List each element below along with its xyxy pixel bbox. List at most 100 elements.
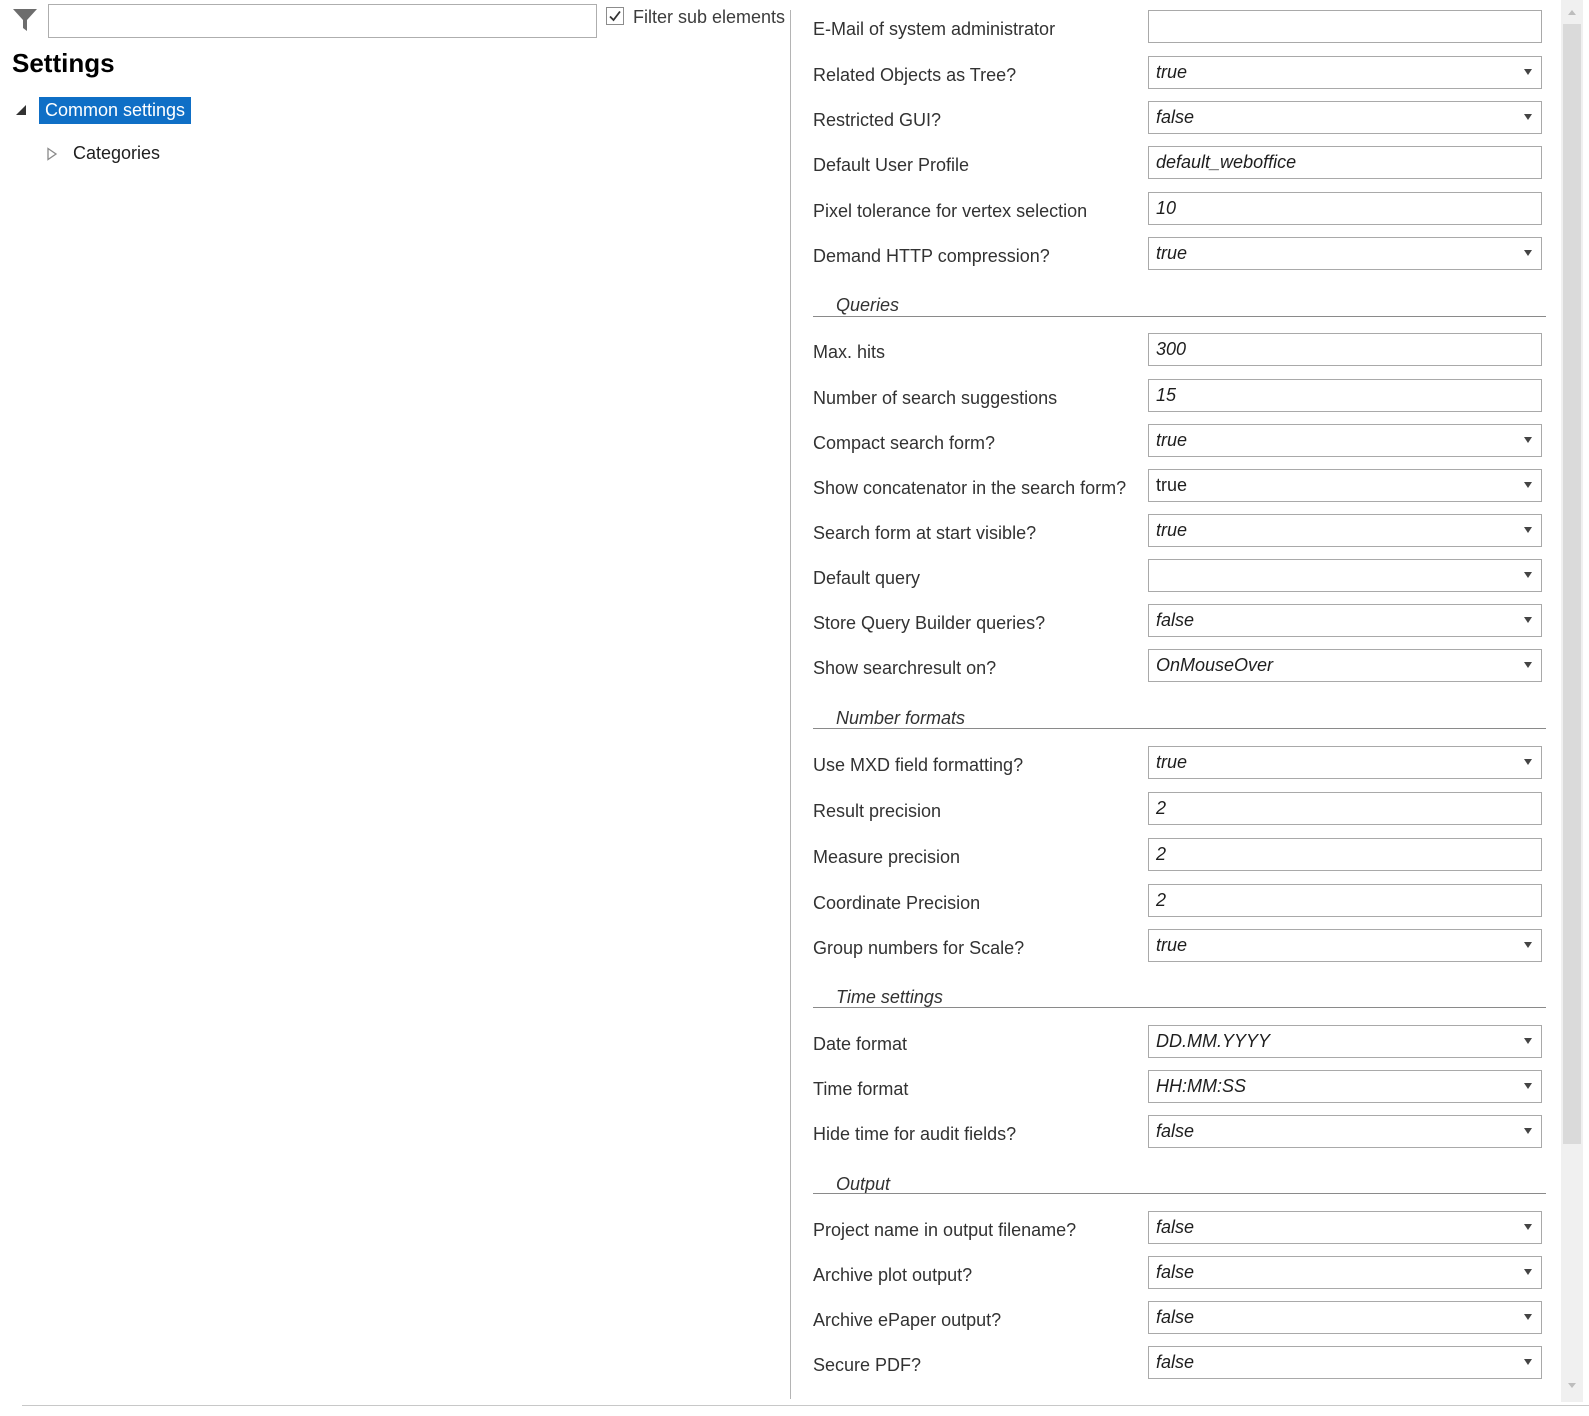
chevron-down-icon xyxy=(1524,250,1532,256)
chevron-down-icon xyxy=(1524,437,1532,443)
pixel-tolerance-field[interactable]: 10 xyxy=(1148,192,1542,225)
chevron-down-icon xyxy=(1524,482,1532,488)
filter-sub-elements-checkbox[interactable] xyxy=(606,7,624,25)
tree-collapsed-icon[interactable] xyxy=(46,147,58,161)
property-label-search-suggestions: Number of search suggestions xyxy=(813,388,1058,408)
property-label-project-in-filename: Project name in output filename? xyxy=(813,1220,1077,1240)
property-label-default-user-profile: Default User Profile xyxy=(813,155,970,175)
property-label-http-compression: Demand HTTP compression? xyxy=(813,246,1050,266)
property-label-show-concatenator: Show concatenator in the search form? xyxy=(813,478,1127,498)
select-value: true xyxy=(1156,430,1188,450)
chevron-down-icon xyxy=(1524,69,1532,75)
hide-audit-time-select[interactable]: false xyxy=(1148,1115,1542,1148)
pane-splitter[interactable] xyxy=(790,10,791,1399)
admin-email-field[interactable] xyxy=(1148,10,1542,43)
category-divider xyxy=(813,1193,1546,1194)
property-label-max-hits: Max. hits xyxy=(813,342,886,362)
property-label-measure-precision: Measure precision xyxy=(813,847,961,867)
category-divider xyxy=(813,728,1546,729)
category-title-number-formats: Number formats xyxy=(836,708,966,728)
show-concatenator-select[interactable]: true xyxy=(1148,469,1542,502)
property-label-archive-epaper: Archive ePaper output? xyxy=(813,1310,1002,1330)
select-value: false xyxy=(1156,1352,1195,1372)
chevron-down-icon xyxy=(1524,942,1532,948)
chevron-down-icon xyxy=(1524,1083,1532,1089)
property-label-admin-email: E-Mail of system administrator xyxy=(813,19,1056,39)
select-value: true xyxy=(1156,62,1188,82)
property-label-hide-audit-time: Hide time for audit fields? xyxy=(813,1124,1017,1144)
default-query-select[interactable] xyxy=(1148,559,1542,592)
property-label-time-format: Time format xyxy=(813,1079,909,1099)
mxd-formatting-select[interactable]: true xyxy=(1148,746,1542,779)
property-label-restricted-gui: Restricted GUI? xyxy=(813,110,942,130)
time-format-select[interactable]: HH:MM:SS xyxy=(1148,1070,1542,1103)
chevron-down-icon xyxy=(1524,1224,1532,1230)
select-value: false xyxy=(1156,1307,1195,1327)
checkmark-icon xyxy=(609,10,621,22)
tree-expanded-icon[interactable] xyxy=(15,104,27,116)
category-divider xyxy=(813,316,1546,317)
chevron-down-icon xyxy=(1524,1359,1532,1365)
property-label-date-format: Date format xyxy=(813,1034,908,1054)
secure-pdf-select[interactable]: false xyxy=(1148,1346,1542,1379)
select-value: true xyxy=(1156,752,1188,772)
project-in-filename-select[interactable]: false xyxy=(1148,1211,1542,1244)
tree-item-common-settings[interactable]: Common settings xyxy=(39,97,192,124)
filter-sub-elements-label[interactable]: Filter sub elements xyxy=(633,7,785,28)
restricted-gui-select[interactable]: false xyxy=(1148,101,1542,134)
max-hits-field[interactable]: 300 xyxy=(1148,333,1542,366)
chevron-down-icon xyxy=(1524,1038,1532,1044)
http-compression-select[interactable]: true xyxy=(1148,237,1542,270)
related-objects-tree-select[interactable]: true xyxy=(1148,56,1542,89)
scrollbar-thumb[interactable] xyxy=(1563,24,1581,1144)
compact-search-select[interactable]: true xyxy=(1148,424,1542,457)
search-start-visible-select[interactable]: true xyxy=(1148,514,1542,547)
property-label-store-qb-queries: Store Query Builder queries? xyxy=(813,613,1046,633)
scroll-up-arrow-icon[interactable] xyxy=(1564,5,1580,21)
tree-item-categories[interactable]: Categories xyxy=(73,143,160,164)
search-suggestions-field[interactable]: 15 xyxy=(1148,379,1542,412)
date-format-select[interactable]: DD.MM.YYYY xyxy=(1148,1025,1542,1058)
scroll-down-arrow-icon[interactable] xyxy=(1564,1377,1580,1393)
chevron-down-icon xyxy=(1524,572,1532,578)
select-value: true xyxy=(1156,243,1188,263)
select-value: true xyxy=(1156,520,1188,540)
coordinate-precision-field[interactable]: 2 xyxy=(1148,884,1542,917)
filter-input[interactable] xyxy=(48,4,597,38)
select-value: true xyxy=(1156,475,1188,495)
property-label-coordinate-precision: Coordinate Precision xyxy=(813,893,981,913)
chevron-down-icon xyxy=(1524,662,1532,668)
property-label-secure-pdf: Secure PDF? xyxy=(813,1355,922,1375)
chevron-down-icon xyxy=(1524,114,1532,120)
chevron-down-icon xyxy=(1524,759,1532,765)
property-label-default-query: Default query xyxy=(813,568,921,588)
result-precision-field[interactable]: 2 xyxy=(1148,792,1542,825)
property-label-show-searchresult: Show searchresult on? xyxy=(813,658,997,678)
chevron-down-icon xyxy=(1524,1128,1532,1134)
category-title-queries: Queries xyxy=(836,295,900,315)
funnel-icon[interactable] xyxy=(12,7,38,33)
archive-plot-select[interactable]: false xyxy=(1148,1256,1542,1289)
property-label-result-precision: Result precision xyxy=(813,801,942,821)
select-value: false xyxy=(1156,1262,1195,1282)
chevron-down-icon xyxy=(1524,1314,1532,1320)
measure-precision-field[interactable]: 2 xyxy=(1148,838,1542,871)
page-title: Settings xyxy=(12,48,115,78)
chevron-down-icon xyxy=(1524,617,1532,623)
select-value: false xyxy=(1156,610,1195,630)
default-user-profile-field[interactable]: default_weboffice xyxy=(1148,146,1542,179)
show-searchresult-select[interactable]: OnMouseOver xyxy=(1148,649,1542,682)
store-qb-queries-select[interactable]: false xyxy=(1148,604,1542,637)
bottom-border xyxy=(22,1405,1589,1406)
archive-epaper-select[interactable]: false xyxy=(1148,1301,1542,1334)
property-label-related-objects-tree: Related Objects as Tree? xyxy=(813,65,1017,85)
property-label-group-numbers: Group numbers for Scale? xyxy=(813,938,1025,958)
chevron-down-icon xyxy=(1524,527,1532,533)
group-numbers-select[interactable]: true xyxy=(1148,929,1542,962)
property-label-pixel-tolerance: Pixel tolerance for vertex selection xyxy=(813,201,1088,221)
chevron-down-icon xyxy=(1524,1269,1532,1275)
category-divider xyxy=(813,1007,1546,1008)
category-title-output: Output xyxy=(836,1174,891,1194)
select-value: OnMouseOver xyxy=(1156,655,1274,675)
select-value: false xyxy=(1156,107,1195,127)
